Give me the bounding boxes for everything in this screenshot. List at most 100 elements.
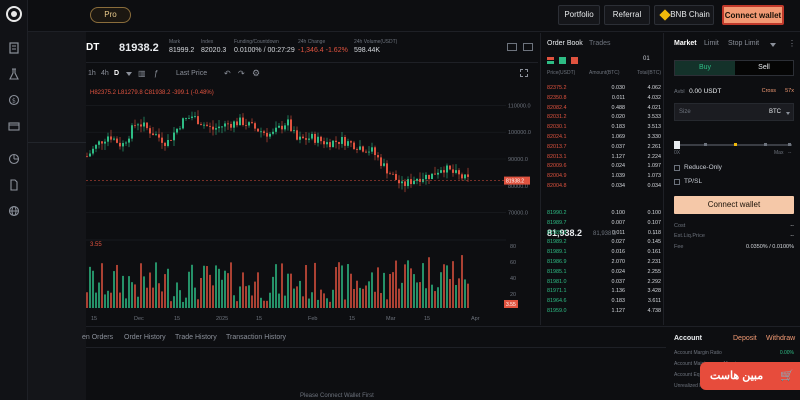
checkbox-icon[interactable] xyxy=(674,179,680,185)
ask-row[interactable]: 82013.1 1.127 2.224 xyxy=(547,153,661,162)
volume-bar xyxy=(449,278,451,308)
chart-pie-icon[interactable] xyxy=(8,153,20,165)
chevron-down-icon[interactable] xyxy=(786,112,790,115)
flask-icon[interactable] xyxy=(8,68,20,80)
trade-connect-wallet-button[interactable]: Connect wallet xyxy=(674,196,794,214)
candle-body xyxy=(323,141,325,145)
bid-row[interactable]: 81981.0 0.037 2.292 xyxy=(547,278,661,287)
coin-icon[interactable]: $ xyxy=(8,94,20,106)
candle-type-icon[interactable]: ▥ xyxy=(138,69,146,78)
tab-stop-limit[interactable]: Stop Limit xyxy=(728,40,759,47)
bid-row[interactable]: 81959.0 1.127 4.738 xyxy=(547,307,661,316)
connect-wallet-button[interactable]: Connect wallet xyxy=(722,5,784,25)
margin-mode-button[interactable]: Cross xyxy=(762,88,776,94)
portfolio-button[interactable]: Portfolio xyxy=(558,5,600,25)
redo-icon[interactable]: ↷ xyxy=(238,69,245,78)
slider-handle[interactable] xyxy=(674,141,680,149)
app-logo[interactable] xyxy=(6,6,22,22)
pro-toggle[interactable]: Pro xyxy=(90,7,131,23)
book-view-both-icon[interactable] xyxy=(547,57,554,64)
ask-row[interactable]: 82082.4 0.488 4.021 xyxy=(547,104,661,113)
order-price: 82031.2 xyxy=(547,114,567,121)
ask-row[interactable]: 82013.7 0.037 2.261 xyxy=(547,143,661,152)
volume-bar xyxy=(287,273,289,308)
tab-transaction-history[interactable]: Transaction History xyxy=(226,334,286,341)
withdraw-link[interactable]: Withdraw xyxy=(766,335,795,342)
tab-order-history[interactable]: Order History xyxy=(124,334,166,341)
ask-row[interactable]: 82375.2 0.030 4.062 xyxy=(547,84,661,93)
ask-row[interactable]: 82009.6 0.024 1.097 xyxy=(547,162,661,171)
book-view-bids-icon[interactable] xyxy=(559,57,566,64)
layout-icon[interactable] xyxy=(523,43,533,51)
candle-body xyxy=(350,141,352,143)
leverage-button[interactable]: 57x xyxy=(785,88,794,94)
order-price: 82013.1 xyxy=(547,153,567,160)
bid-row[interactable]: 81964.6 0.183 3.611 xyxy=(547,297,661,306)
ask-row[interactable]: 82024.1 1.069 3.330 xyxy=(547,133,661,142)
file-icon[interactable] xyxy=(8,179,20,191)
globe-icon[interactable] xyxy=(8,205,20,217)
undo-icon[interactable]: ↶ xyxy=(224,69,231,78)
referral-button[interactable]: Referral xyxy=(604,5,650,25)
trading-pair[interactable]: DT xyxy=(86,42,99,53)
size-slider[interactable] xyxy=(674,141,794,149)
candle-body xyxy=(305,138,307,140)
document-icon[interactable] xyxy=(8,42,20,54)
chevron-down-icon[interactable] xyxy=(770,43,776,47)
bid-row[interactable]: 81990.2 0.100 0.100 xyxy=(547,209,661,218)
order-total: 3.611 xyxy=(647,298,661,305)
candle-body xyxy=(251,122,253,124)
tab-trade-history[interactable]: Trade History xyxy=(175,334,217,341)
volume-bar xyxy=(410,268,412,308)
size-unit[interactable]: BTC xyxy=(769,109,781,115)
timeframe-1h[interactable]: 1h xyxy=(88,70,96,77)
timeframe-d[interactable]: D xyxy=(114,70,119,77)
bid-row[interactable]: 81985.1 0.024 2.255 xyxy=(547,268,661,277)
checkbox-icon[interactable] xyxy=(674,165,680,171)
indicators-icon[interactable]: ƒ xyxy=(154,69,158,78)
ask-row[interactable]: 82004.9 1.039 1.073 xyxy=(547,172,661,181)
margin-ratio-label: Account Margin Ratio xyxy=(674,350,722,356)
ask-row[interactable]: 82030.1 0.183 3.513 xyxy=(547,123,661,132)
bid-row[interactable]: 81989.1 0.016 0.161 xyxy=(547,248,661,257)
deposit-link[interactable]: Deposit xyxy=(733,335,757,342)
candle-body xyxy=(386,163,388,174)
order-amount: 0.488 xyxy=(611,104,626,111)
tab-market[interactable]: Market xyxy=(674,40,697,47)
candle-body xyxy=(302,136,304,139)
bid-row[interactable]: 81989.3 0.011 0.118 xyxy=(547,229,661,238)
volume-bar xyxy=(131,282,133,308)
chevron-down-icon[interactable] xyxy=(126,72,132,76)
ask-row[interactable]: 82004.8 0.034 0.034 xyxy=(547,182,661,191)
more-options-icon[interactable]: ⋮ xyxy=(788,39,796,48)
ask-row[interactable]: 82350.8 0.011 4.032 xyxy=(547,94,661,103)
tab-open-orders[interactable]: en Orders xyxy=(82,334,113,341)
sell-button[interactable]: Sell xyxy=(735,61,793,75)
volume-bar xyxy=(359,287,361,308)
candle-body xyxy=(122,143,124,147)
wallet-icon[interactable] xyxy=(8,120,20,132)
settings-icon[interactable]: ⚙ xyxy=(252,68,260,79)
tab-limit[interactable]: Limit xyxy=(704,40,719,47)
precision-select[interactable]: 01 xyxy=(643,56,650,62)
volume-bar xyxy=(275,264,277,308)
order-amount: 0.011 xyxy=(611,94,625,101)
tab-order-book[interactable]: Order Book xyxy=(547,40,583,47)
chain-selector-button[interactable]: BNB Chain xyxy=(654,5,714,25)
last-price-toggle[interactable]: Last Price xyxy=(176,70,207,77)
ask-row[interactable]: 82031.2 0.020 3.533 xyxy=(547,113,661,122)
buy-button[interactable]: Buy xyxy=(675,61,735,75)
size-field[interactable]: Size BTC xyxy=(674,103,794,121)
screenshot-icon[interactable] xyxy=(507,43,517,51)
bid-row[interactable]: 81986.9 2.070 2.231 xyxy=(547,258,661,267)
fullscreen-icon[interactable] xyxy=(520,69,528,77)
price-chart[interactable]: 110000.0 100000.0 90000.0 80000.0 70000.0 819… xyxy=(86,84,538,324)
tab-trades[interactable]: Trades xyxy=(589,40,611,47)
order-amount: 1.069 xyxy=(611,134,626,140)
bid-row[interactable]: 81971.1 1.136 3.428 xyxy=(547,287,661,296)
mark-price-value: 81999.2 xyxy=(169,47,195,54)
bid-row[interactable]: 81989.2 0.027 0.145 xyxy=(547,238,661,247)
timeframe-4h[interactable]: 4h xyxy=(101,70,109,77)
book-view-asks-icon[interactable] xyxy=(571,57,578,64)
bid-row[interactable]: 81989.7 0.007 0.107 xyxy=(547,219,661,228)
